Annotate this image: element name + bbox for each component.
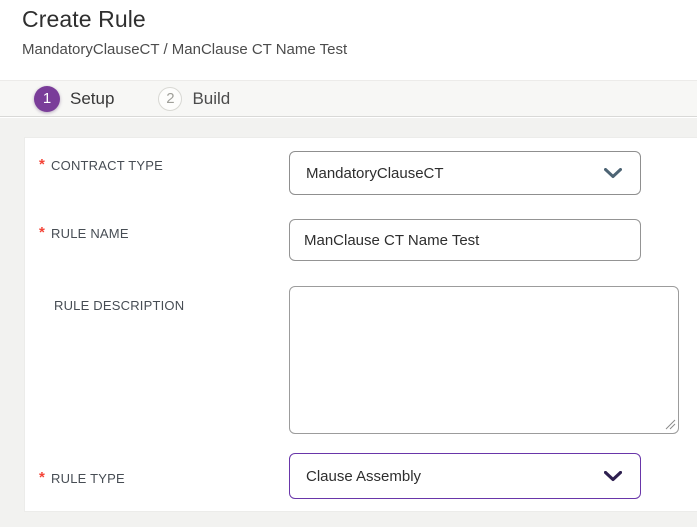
step-build[interactable]: 2 Build: [158, 87, 230, 111]
page-title: Create Rule: [22, 6, 146, 33]
rule-description-textarea[interactable]: [289, 286, 679, 434]
page-header: Create Rule MandatoryClauseCT / ManClaus…: [0, 0, 697, 80]
rule-type-select[interactable]: Clause Assembly: [289, 453, 641, 499]
resize-handle-icon[interactable]: [664, 418, 676, 430]
contract-type-value: MandatoryClauseCT: [306, 165, 444, 182]
required-marker: *: [39, 471, 45, 484]
chevron-down-icon: [604, 471, 622, 482]
rule-type-value: Clause Assembly: [306, 468, 421, 485]
rule-description-label: RULE DESCRIPTION: [39, 298, 184, 313]
step-setup[interactable]: 1 Setup: [34, 86, 114, 112]
step-2-label: Build: [192, 89, 230, 109]
rule-name-input[interactable]: [289, 219, 641, 261]
setup-form-card: * CONTRACT TYPE MandatoryClauseCT * RULE…: [24, 137, 697, 512]
rule-description-wrap: [289, 286, 679, 434]
required-marker: *: [39, 226, 45, 239]
step-1-indicator: 1: [34, 86, 60, 112]
rule-name-label: * RULE NAME: [39, 226, 129, 241]
step-1-label: Setup: [70, 89, 114, 109]
contract-type-label: * CONTRACT TYPE: [39, 158, 163, 173]
step-2-indicator: 2: [158, 87, 182, 111]
rule-type-label: * RULE TYPE: [39, 471, 125, 486]
create-rule-page: Create Rule MandatoryClauseCT / ManClaus…: [0, 0, 697, 527]
chevron-down-icon: [604, 168, 622, 179]
breadcrumb: MandatoryClauseCT / ManClause CT Name Te…: [22, 41, 347, 58]
wizard-stepper: 1 Setup 2 Build: [0, 80, 697, 117]
required-marker: *: [39, 158, 45, 171]
contract-type-select[interactable]: MandatoryClauseCT: [289, 151, 641, 195]
